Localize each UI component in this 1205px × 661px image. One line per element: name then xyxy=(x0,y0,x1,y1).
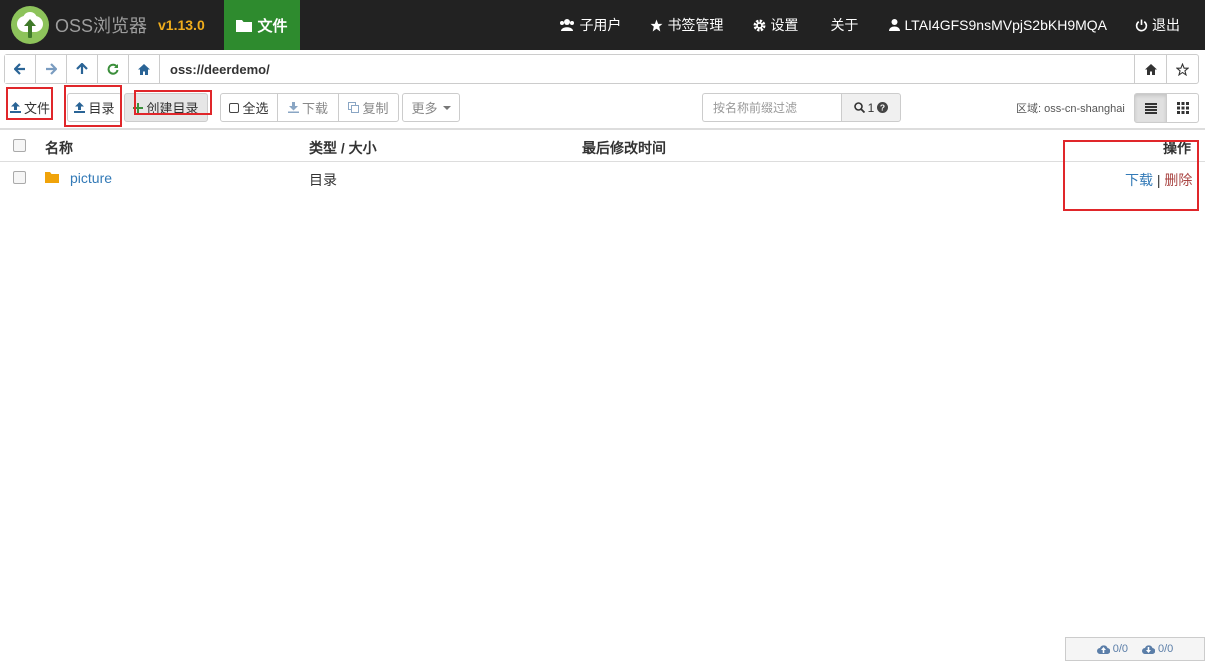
home-icon xyxy=(1144,63,1157,75)
nav-logout-label: 退出 xyxy=(1152,17,1180,33)
arrow-left-icon xyxy=(14,63,25,75)
grid-view-button[interactable] xyxy=(1166,93,1199,123)
cloud-download-icon xyxy=(1142,645,1155,654)
home-icon xyxy=(138,63,150,75)
nav-logout[interactable]: 退出 xyxy=(1135,0,1180,50)
address-input[interactable]: oss://deerdemo/ xyxy=(160,55,1134,83)
bookmark-home-button[interactable] xyxy=(1134,55,1166,83)
brand: OSS浏览器 v1.13.0 xyxy=(0,0,205,50)
power-icon xyxy=(1135,19,1148,31)
nav-subusers-label: 子用户 xyxy=(579,17,622,33)
brand-version: v1.13.0 xyxy=(158,17,205,33)
add-bookmark-button[interactable] xyxy=(1166,55,1198,83)
nav-account-label: LTAI4GFS9nsMVpjS2bKH9MQA xyxy=(904,17,1107,33)
top-navbar: OSS浏览器 v1.13.0 文件 子用户 书签管理 设置 关于 LTAI4GF… xyxy=(0,0,1205,50)
table-row: picture 目录 下载 | 删除 xyxy=(0,162,1205,194)
row-checkbox[interactable] xyxy=(13,171,26,184)
brand-name: OSS浏览器 xyxy=(55,16,148,36)
forward-button[interactable] xyxy=(36,55,67,83)
filter-input[interactable]: 按名称前缀过滤 xyxy=(702,93,841,122)
caret-down-icon xyxy=(442,105,451,110)
highlight-box xyxy=(134,90,212,115)
column-modified: 最后修改时间 xyxy=(582,140,666,156)
nav-about[interactable]: 关于 xyxy=(830,0,858,50)
cloud-upload-icon xyxy=(1096,645,1110,654)
nav-bookmarks-label: 书签管理 xyxy=(667,17,724,33)
list-view-button[interactable] xyxy=(1134,93,1167,123)
grid-icon xyxy=(1176,102,1189,114)
nav-settings-label: 设置 xyxy=(770,17,799,33)
svg-text:?: ? xyxy=(880,103,885,113)
checkbox-icon xyxy=(229,102,240,113)
download-label: 下载 xyxy=(301,101,328,116)
tab-files-label: 文件 xyxy=(257,17,288,35)
nav-settings[interactable]: 设置 xyxy=(753,0,798,50)
select-all-button[interactable]: 全选 xyxy=(220,93,278,122)
download-status: 0/0 xyxy=(1142,643,1173,655)
folder-icon xyxy=(45,172,59,183)
table-header: 名称 类型 / 大小 最后修改时间 操作 xyxy=(0,128,1205,162)
select-all-checkbox[interactable] xyxy=(13,139,26,152)
highlight-box xyxy=(6,87,53,120)
region-label: 区域: oss-cn-shanghai xyxy=(1016,103,1125,115)
up-button[interactable] xyxy=(67,55,98,83)
oss-logo-icon xyxy=(11,6,49,44)
help-icon: ? xyxy=(877,102,889,113)
nav-account[interactable]: LTAI4GFS9nsMVpjS2bKH9MQA xyxy=(889,0,1107,50)
tab-files[interactable]: 文件 xyxy=(224,0,300,50)
more-dropdown[interactable]: 更多 xyxy=(402,93,460,122)
star-outline-icon xyxy=(1176,62,1189,76)
highlight-box xyxy=(1063,140,1199,211)
nav-subusers[interactable]: 子用户 xyxy=(559,0,621,50)
copy-button[interactable]: 复制 xyxy=(338,93,399,122)
list-icon xyxy=(1144,102,1157,114)
upload-status: 0/0 xyxy=(1096,643,1128,655)
folder-icon xyxy=(236,19,253,32)
copy-icon xyxy=(348,102,360,113)
filter-count: 1 xyxy=(867,100,875,115)
transfer-status[interactable]: 0/0 0/0 xyxy=(1065,637,1205,661)
file-name-link[interactable]: picture xyxy=(70,170,112,186)
nav-bookmarks[interactable]: 书签管理 xyxy=(650,0,723,50)
arrow-up-icon xyxy=(76,63,88,74)
upload-count: 0/0 xyxy=(1112,643,1128,655)
column-name: 名称 xyxy=(45,140,73,156)
select-all-label: 全选 xyxy=(242,101,269,116)
highlight-box xyxy=(64,85,122,127)
refresh-icon xyxy=(107,63,119,75)
back-button[interactable] xyxy=(5,55,36,83)
file-type: 目录 xyxy=(309,172,337,188)
address-bar: oss://deerdemo/ xyxy=(4,54,1199,84)
download-count: 0/0 xyxy=(1158,643,1174,655)
user-icon xyxy=(889,19,901,31)
refresh-button[interactable] xyxy=(98,55,129,83)
filter-search-button[interactable]: 1 ? xyxy=(841,93,901,122)
download-icon xyxy=(287,102,299,113)
search-icon xyxy=(853,102,865,113)
download-button[interactable]: 下载 xyxy=(277,93,339,122)
arrow-right-icon xyxy=(46,63,57,75)
home-button[interactable] xyxy=(129,55,160,83)
copy-label: 复制 xyxy=(362,101,389,116)
column-type-size: 类型 / 大小 xyxy=(309,140,377,156)
gear-icon xyxy=(753,19,766,31)
nav-about-label: 关于 xyxy=(830,17,859,33)
users-icon xyxy=(560,19,575,31)
more-label: 更多 xyxy=(411,101,438,116)
star-icon xyxy=(650,19,663,31)
